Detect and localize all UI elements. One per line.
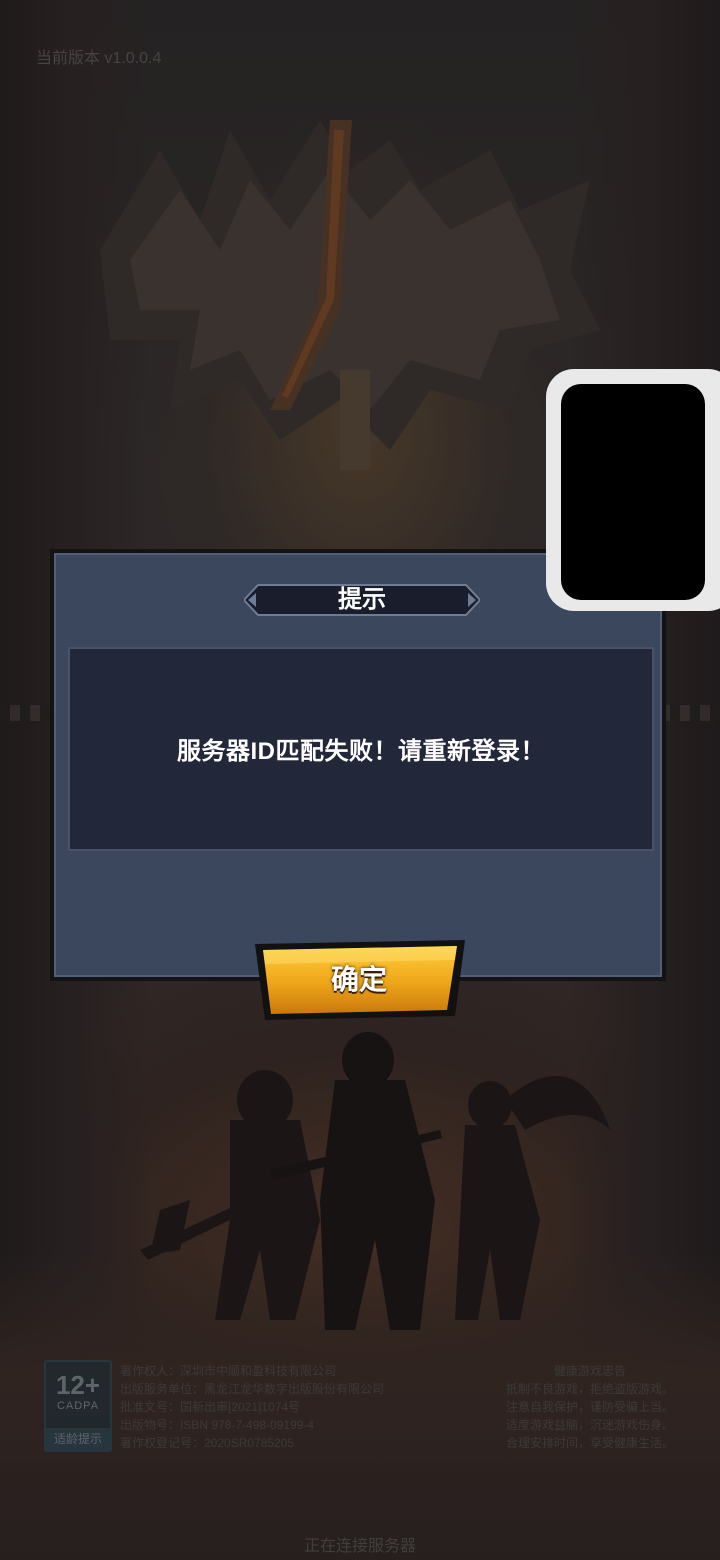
floating-side-panel[interactable] — [546, 369, 720, 611]
confirm-button[interactable]: 确定 — [247, 938, 471, 1022]
dialog-body: 服务器ID匹配失败！请重新登录！ — [68, 647, 654, 851]
dialog-title: 提示 — [338, 586, 386, 613]
dialog-title-banner: 提示 — [244, 579, 480, 621]
floating-panel-screen — [561, 384, 705, 600]
confirm-button-label: 确定 — [330, 964, 387, 995]
alert-dialog: 提示 服务器ID匹配失败！请重新登录！ — [50, 549, 666, 981]
dialog-message: 服务器ID匹配失败！请重新登录！ — [177, 738, 545, 765]
